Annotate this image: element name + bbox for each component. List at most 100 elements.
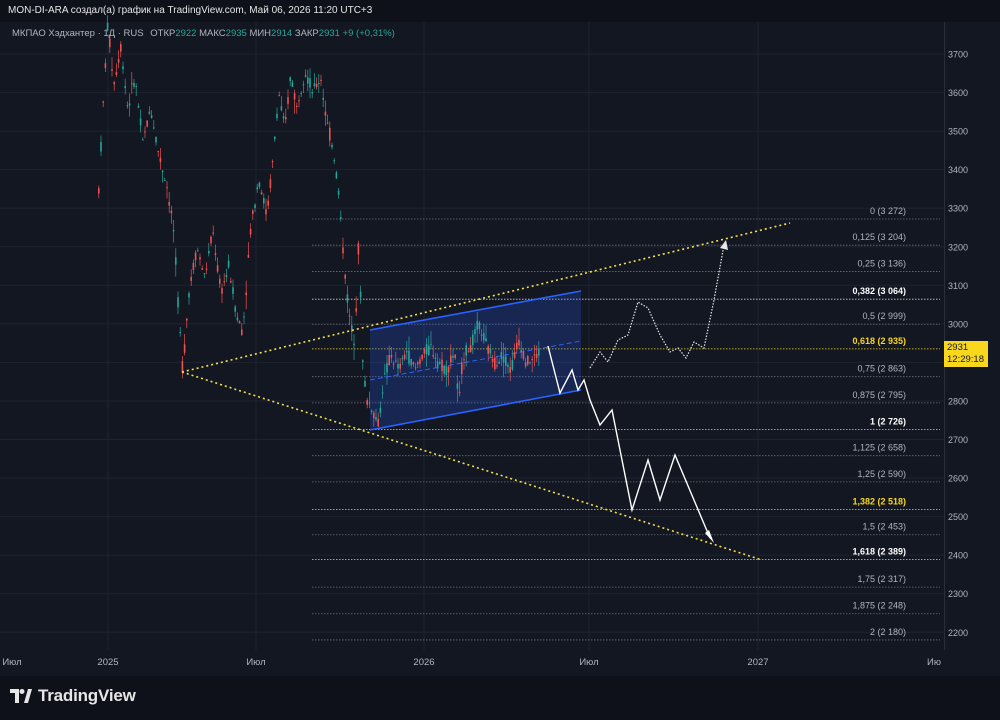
candle-body xyxy=(117,58,120,63)
candle-body xyxy=(309,78,311,88)
candle-body xyxy=(392,363,395,365)
candle-body xyxy=(441,359,443,371)
candle-body xyxy=(190,276,192,281)
candle-body xyxy=(326,122,329,124)
candle-body xyxy=(430,343,432,345)
time-tick-label: Июл xyxy=(579,657,598,668)
candle-body xyxy=(311,92,313,94)
candle-body xyxy=(300,93,302,95)
candle-body xyxy=(175,257,177,265)
candle-body xyxy=(188,293,190,298)
candle-body xyxy=(346,294,349,303)
low-value: 2914 xyxy=(271,28,293,39)
candle-body xyxy=(164,179,166,181)
candle-body xyxy=(126,105,129,107)
candle-body xyxy=(219,278,221,284)
price-tick-label: 3600 xyxy=(948,88,968,98)
candle-body xyxy=(249,228,252,235)
candle-body xyxy=(397,363,399,369)
candle-body xyxy=(302,84,305,86)
time-tick-label: Июл xyxy=(246,657,265,668)
candle-body xyxy=(100,141,102,152)
candle-body xyxy=(293,93,296,100)
candle-body xyxy=(469,345,472,353)
price-tick-label: 2500 xyxy=(948,512,968,522)
candle-body xyxy=(388,354,390,366)
candle-body xyxy=(289,77,291,82)
candle-body xyxy=(342,247,344,254)
candle-body xyxy=(133,82,135,87)
fib-level-label: 1,875 (2 248) xyxy=(852,601,906,611)
candle-body xyxy=(359,291,362,298)
price-tick-label: 2300 xyxy=(948,589,968,599)
candle-body xyxy=(423,348,426,354)
candle-body xyxy=(498,361,500,364)
candle-body xyxy=(120,44,122,52)
candle-body xyxy=(267,200,269,206)
candle-body xyxy=(157,150,159,152)
candle-body xyxy=(109,38,111,48)
candle-body xyxy=(337,190,340,195)
price-chart[interactable]: 0 (3 272) 0,125 (3 204) 0,25 (3 136) 0,382 … xyxy=(0,0,1000,676)
candle-body xyxy=(271,161,274,163)
price-tick-label: 2200 xyxy=(948,628,968,638)
candle-body xyxy=(487,346,489,354)
candle-body xyxy=(186,318,188,321)
fib-level-label: 0,618 (2 935) xyxy=(852,336,906,346)
candle-body xyxy=(375,417,377,420)
candle-body xyxy=(368,402,371,404)
fib-level-label: 1,618 (2 389) xyxy=(852,546,906,556)
tradingview-logo[interactable]: TradingView xyxy=(10,686,136,706)
time-tick-label: 2026 xyxy=(413,657,434,668)
candle-body xyxy=(485,338,487,342)
fib-level-label: 1,25 (2 590) xyxy=(857,469,906,479)
candle-body xyxy=(320,79,322,81)
candle-body xyxy=(102,101,104,103)
last-price-label: 2931 12:29:18 xyxy=(944,341,988,367)
candle-body xyxy=(285,117,287,120)
candle-body xyxy=(243,316,245,318)
fib-level-label: 1,382 (2 518) xyxy=(852,497,906,507)
candle-body xyxy=(135,86,137,88)
candle-body xyxy=(373,412,375,419)
candle-body xyxy=(199,257,201,260)
candle-body xyxy=(463,359,465,361)
candle-body xyxy=(335,172,338,179)
candle-body xyxy=(155,136,157,143)
candle-body xyxy=(408,350,410,364)
candle-body xyxy=(370,410,373,412)
footer-bar xyxy=(0,676,1000,720)
candle-body xyxy=(417,362,419,365)
price-channel xyxy=(369,290,582,431)
symbol-name[interactable]: МКПАО Хэдхантер · 1Д · RUS xyxy=(12,28,144,39)
candle-body xyxy=(476,320,478,330)
candle-body xyxy=(381,392,384,394)
candle-body xyxy=(472,334,474,346)
candle-body xyxy=(390,355,393,358)
fib-level-label: 1,75 (2 317) xyxy=(857,574,906,584)
candle-body xyxy=(454,354,456,358)
candle-body xyxy=(258,182,261,187)
candle-body xyxy=(137,106,140,108)
candle-body xyxy=(298,100,300,102)
candle-body xyxy=(234,306,236,312)
candle-body xyxy=(538,349,540,356)
candle-body xyxy=(322,97,324,100)
candle-body xyxy=(395,360,397,362)
price-tick-label: 3300 xyxy=(948,204,968,214)
candle-body xyxy=(434,357,437,360)
candle-body xyxy=(203,273,206,275)
candle-body xyxy=(236,317,239,321)
candle-body xyxy=(247,254,250,258)
candle-body xyxy=(344,274,346,279)
open-value: 2922 xyxy=(175,28,197,39)
candle-body xyxy=(461,362,463,375)
candle-body xyxy=(183,344,186,353)
candle-body xyxy=(150,115,153,118)
candle-body xyxy=(315,83,318,88)
candle-body xyxy=(364,380,366,387)
candle-body xyxy=(166,187,168,189)
open-label: ОТКР xyxy=(150,28,176,39)
candle-body xyxy=(265,209,267,215)
candle-body xyxy=(445,366,448,376)
